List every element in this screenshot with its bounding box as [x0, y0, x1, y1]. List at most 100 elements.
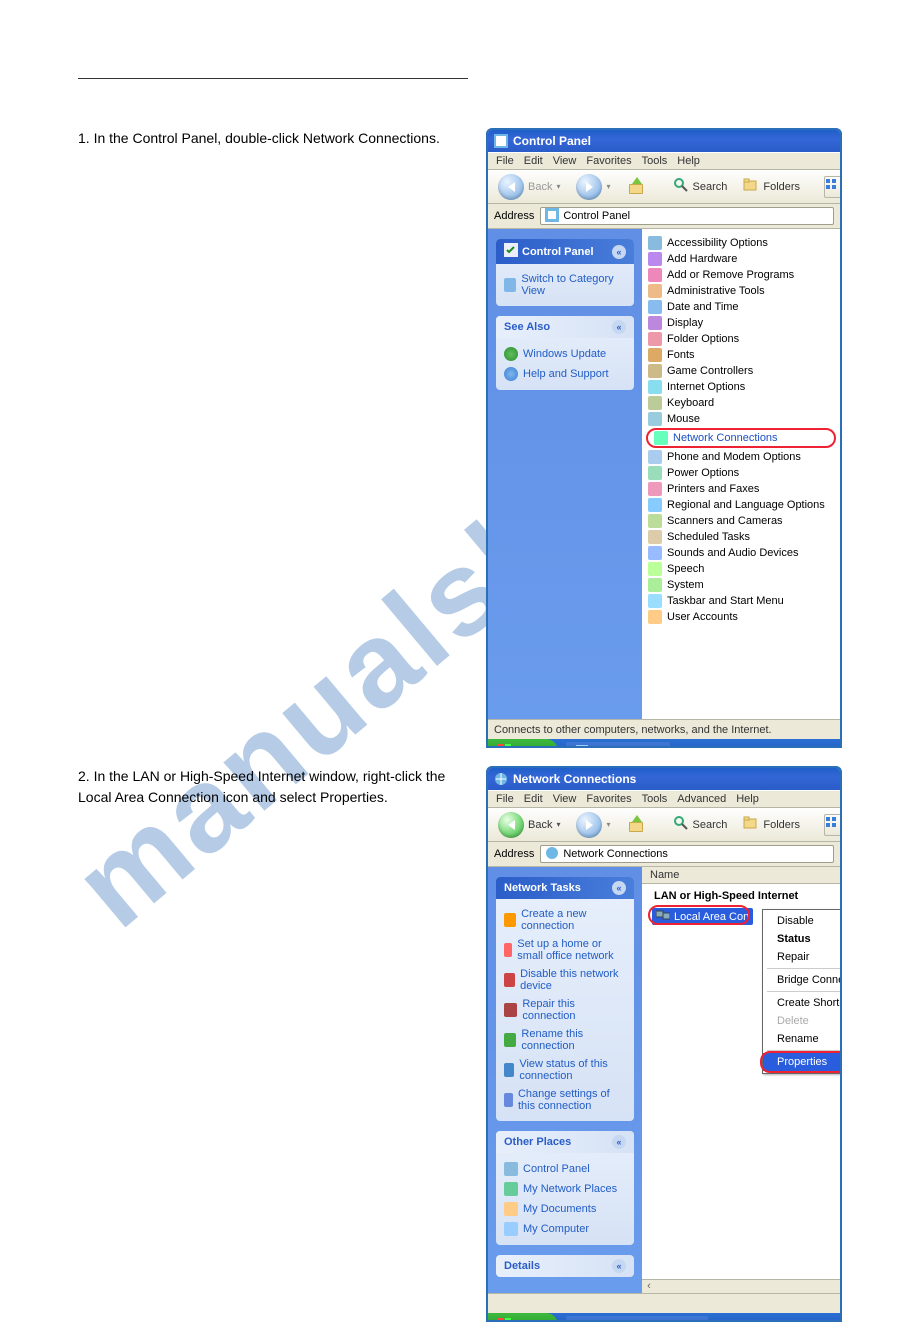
item-label: Folder Options: [667, 333, 739, 345]
context-menu-item[interactable]: Disable: [763, 912, 842, 930]
collapse-icon[interactable]: «: [612, 245, 626, 259]
network-task-link[interactable]: Set up a home or small office network: [504, 935, 626, 965]
control-panel-item[interactable]: Mouse: [646, 411, 836, 427]
context-menu-item[interactable]: Bridge Connections: [763, 971, 842, 989]
context-menu-item[interactable]: Status: [763, 930, 842, 948]
back-button[interactable]: Back ▾: [494, 172, 564, 202]
network-task-link[interactable]: Change settings of this connection: [504, 1085, 626, 1115]
address-input[interactable]: Network Connections: [540, 845, 834, 863]
collapse-icon[interactable]: «: [612, 320, 626, 334]
local-area-connection-item[interactable]: Local Area Con: [652, 908, 753, 925]
start-button[interactable]: start: [488, 739, 558, 748]
control-panel-item[interactable]: Internet Options: [646, 379, 836, 395]
forward-button[interactable]: ▾: [572, 810, 614, 840]
control-panel-item[interactable]: Fonts: [646, 347, 836, 363]
control-panel-item[interactable]: Display: [646, 315, 836, 331]
menu-favorites[interactable]: Favorites: [586, 155, 631, 167]
taskbar-item[interactable]: Control Panel: [566, 742, 670, 749]
context-menu-item[interactable]: Create Shortcut: [763, 994, 842, 1012]
network-task-link[interactable]: Repair this connection: [504, 995, 626, 1025]
other-place-link[interactable]: My Network Places: [504, 1179, 626, 1199]
control-panel-item[interactable]: Taskbar and Start Menu: [646, 593, 836, 609]
views-button[interactable]: ▾: [824, 814, 842, 836]
menu-edit[interactable]: Edit: [524, 793, 543, 805]
column-header-name[interactable]: Name: [642, 867, 840, 884]
sidebar-panel-header[interactable]: Other Places «: [496, 1131, 634, 1153]
context-menu-properties[interactable]: Properties: [763, 1053, 842, 1071]
control-panel-item[interactable]: Phone and Modem Options: [646, 449, 836, 465]
other-place-link[interactable]: My Computer: [504, 1219, 626, 1239]
folders-button[interactable]: Folders: [739, 813, 804, 836]
items-pane[interactable]: Accessibility OptionsAdd HardwareAdd or …: [642, 229, 840, 719]
up-button[interactable]: [623, 814, 649, 836]
control-panel-item[interactable]: Accessibility Options: [646, 235, 836, 251]
sidebar-panel-header[interactable]: Network Tasks «: [496, 877, 634, 899]
menu-help[interactable]: Help: [736, 793, 759, 805]
control-panel-item[interactable]: Power Options: [646, 465, 836, 481]
network-task-link[interactable]: Rename this connection: [504, 1025, 626, 1055]
control-panel-item[interactable]: Scheduled Tasks: [646, 529, 836, 545]
taskbar-item[interactable]: Network Connections: [566, 1316, 708, 1322]
start-button[interactable]: start: [488, 1313, 558, 1322]
status-text: Connects to other computers, networks, a…: [494, 724, 772, 736]
sidebar-panel-header[interactable]: Control Panel «: [496, 239, 634, 264]
control-panel-item[interactable]: Sounds and Audio Devices: [646, 545, 836, 561]
main-pane[interactable]: Name LAN or High-Speed Internet Local Ar…: [642, 867, 840, 1293]
search-button[interactable]: Search: [669, 175, 732, 198]
control-panel-item[interactable]: System: [646, 577, 836, 593]
collapse-icon[interactable]: «: [612, 1259, 626, 1273]
item-icon: [648, 546, 662, 560]
folders-button[interactable]: Folders: [739, 175, 804, 198]
menubar[interactable]: File Edit View Favorites Tools Help: [488, 152, 840, 170]
sidebar-panel-header[interactable]: See Also «: [496, 316, 634, 338]
network-task-link[interactable]: View status of this connection: [504, 1055, 626, 1085]
menu-tools[interactable]: Tools: [642, 793, 668, 805]
up-button[interactable]: [623, 176, 649, 198]
control-panel-item[interactable]: Administrative Tools: [646, 283, 836, 299]
control-panel-item[interactable]: Add or Remove Programs: [646, 267, 836, 283]
windows-update-link[interactable]: Windows Update: [504, 344, 626, 364]
help-support-link[interactable]: Help and Support: [504, 364, 626, 384]
menu-advanced[interactable]: Advanced: [677, 793, 726, 805]
context-menu-item[interactable]: Repair: [763, 948, 842, 966]
control-panel-item[interactable]: Printers and Faxes: [646, 481, 836, 497]
network-task-link[interactable]: Disable this network device: [504, 965, 626, 995]
menu-tools[interactable]: Tools: [642, 155, 668, 167]
control-panel-item[interactable]: Scanners and Cameras: [646, 513, 836, 529]
back-button[interactable]: Back ▾: [494, 810, 564, 840]
views-button[interactable]: ▾: [824, 176, 842, 198]
address-input[interactable]: Control Panel: [540, 207, 834, 225]
control-panel-item[interactable]: Regional and Language Options: [646, 497, 836, 513]
menu-file[interactable]: File: [496, 155, 514, 167]
network-connections-item[interactable]: Network Connections: [646, 428, 836, 448]
menu-edit[interactable]: Edit: [524, 155, 543, 167]
sidebar-panel-header[interactable]: Details «: [496, 1255, 634, 1277]
menubar[interactable]: File Edit View Favorites Tools Advanced …: [488, 790, 840, 808]
menu-help[interactable]: Help: [677, 155, 700, 167]
other-place-link[interactable]: Control Panel: [504, 1159, 626, 1179]
context-menu-item[interactable]: Rename: [763, 1030, 842, 1048]
control-panel-item[interactable]: Keyboard: [646, 395, 836, 411]
control-panel-item[interactable]: Add Hardware: [646, 251, 836, 267]
search-button[interactable]: Search: [669, 813, 732, 836]
menu-view[interactable]: View: [553, 155, 577, 167]
network-task-link[interactable]: Create a new connection: [504, 905, 626, 935]
scroll-left-icon[interactable]: ‹: [642, 1280, 656, 1293]
context-menu[interactable]: DisableStatusRepair Bridge Connections Cre…: [762, 909, 842, 1074]
collapse-icon[interactable]: «: [612, 881, 626, 895]
control-panel-item[interactable]: Date and Time: [646, 299, 836, 315]
control-panel-item[interactable]: Game Controllers: [646, 363, 836, 379]
other-place-link[interactable]: My Documents: [504, 1199, 626, 1219]
menu-view[interactable]: View: [553, 793, 577, 805]
control-panel-item[interactable]: User Accounts: [646, 609, 836, 625]
control-panel-item[interactable]: Folder Options: [646, 331, 836, 347]
switch-category-view-link[interactable]: Switch to Category View: [504, 270, 626, 300]
instruction-step-1: 1. In the Control Panel, double-click Ne…: [78, 128, 468, 149]
control-panel-item[interactable]: Speech: [646, 561, 836, 577]
collapse-icon[interactable]: «: [612, 1135, 626, 1149]
titlebar[interactable]: Network Connections: [488, 768, 840, 790]
titlebar[interactable]: Control Panel: [488, 130, 840, 152]
menu-file[interactable]: File: [496, 793, 514, 805]
forward-button[interactable]: ▾: [572, 172, 614, 202]
menu-favorites[interactable]: Favorites: [586, 793, 631, 805]
